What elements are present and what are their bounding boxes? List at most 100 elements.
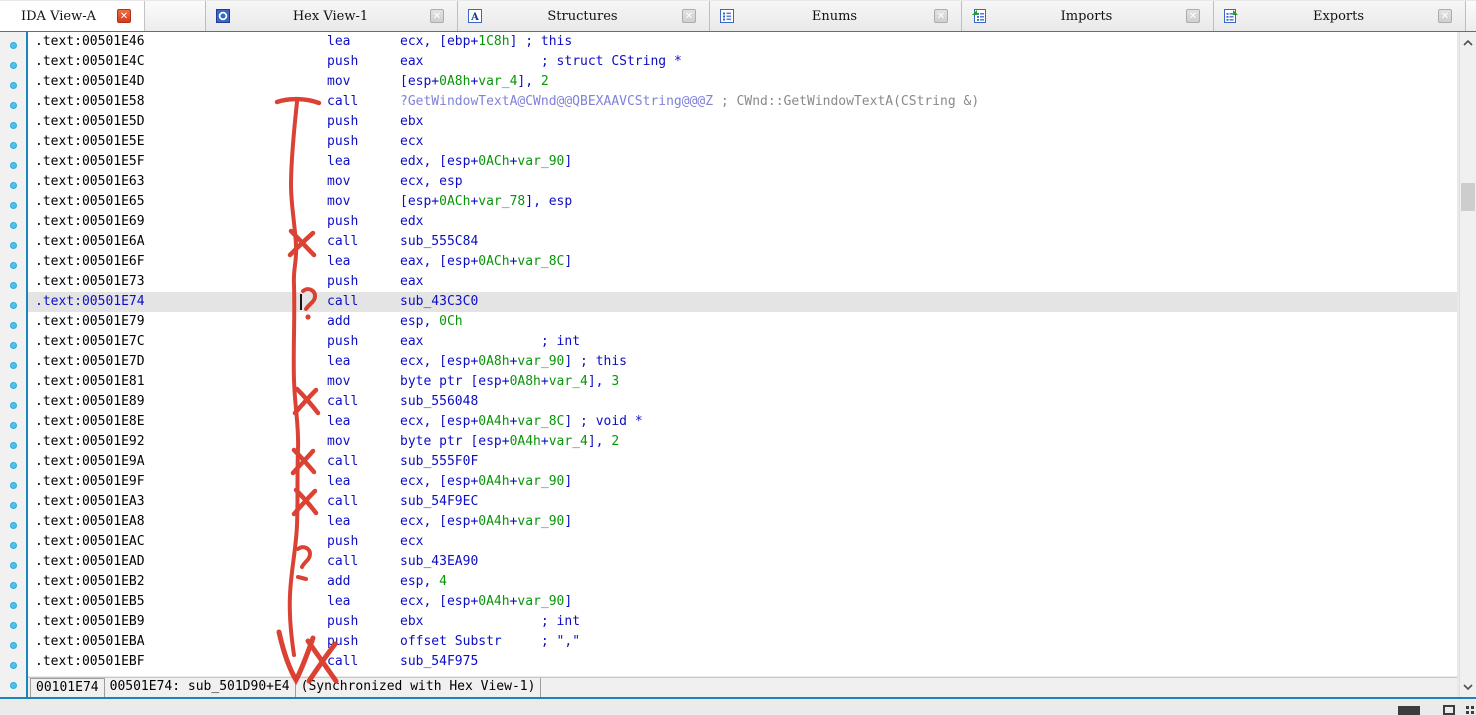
- close-icon[interactable]: ✕: [1438, 9, 1452, 23]
- asm-line[interactable]: .text:00501E89callsub_556048: [28, 392, 1457, 412]
- enums-icon: [719, 8, 735, 24]
- asm-line[interactable]: .text:00501E74callsub_43C3C0: [28, 292, 1457, 312]
- asm-line[interactable]: .text:00501EBApushoffset Substr ; ",": [28, 632, 1457, 652]
- close-icon[interactable]: ✕: [430, 9, 444, 23]
- line-marker-dot: [10, 382, 17, 389]
- line-marker-dot: [10, 122, 17, 129]
- asm-line[interactable]: .text:00501E4Cpusheax ; struct CString *: [28, 52, 1457, 72]
- asm-line[interactable]: .text:00501E7Cpusheax ; int: [28, 332, 1457, 352]
- line-marker-dot: [10, 202, 17, 209]
- line-marker-dot: [10, 222, 17, 229]
- hex-view-icon: [215, 8, 231, 24]
- exports-icon: [1223, 8, 1239, 24]
- tab-hex-view-1[interactable]: Hex View-1 ✕: [205, 1, 457, 31]
- asm-line[interactable]: .text:00501EA3callsub_54F9EC: [28, 492, 1457, 512]
- close-icon[interactable]: ✕: [117, 9, 131, 23]
- line-marker-dot: [10, 42, 17, 49]
- tab-structures[interactable]: A Structures ✕: [457, 1, 709, 31]
- status-sync-message: (Synchronized with Hex View-1): [295, 678, 542, 698]
- status-file-offset: 00101E74: [30, 678, 105, 698]
- tab-imports[interactable]: Imports ✕: [961, 1, 1213, 31]
- structures-icon: A: [467, 8, 483, 24]
- line-marker-dot: [10, 62, 17, 69]
- asm-line[interactable]: .text:00501E4Dmov[esp+0A8h+var_4], 2: [28, 72, 1457, 92]
- asm-line[interactable]: .text:00501E92movbyte ptr [esp+0A4h+var_…: [28, 432, 1457, 452]
- line-marker-dot: [10, 642, 17, 649]
- asm-line[interactable]: .text:00501E58call?GetWindowTextA@CWnd@@…: [28, 92, 1457, 112]
- line-marker-dot: [10, 282, 17, 289]
- asm-line[interactable]: .text:00501E73pusheax: [28, 272, 1457, 292]
- asm-line[interactable]: .text:00501E63movecx, esp: [28, 172, 1457, 192]
- line-marker-dot: [10, 622, 17, 629]
- line-marker-dot: [10, 242, 17, 249]
- asm-line[interactable]: .text:00501E5Epushecx: [28, 132, 1457, 152]
- desktop-strip: [0, 699, 1476, 715]
- tab-enums[interactable]: Enums ✕: [709, 1, 961, 31]
- tab-label: Exports: [1239, 9, 1438, 24]
- window-border-bottom: [0, 697, 1476, 699]
- status-bar: 00101E74 00501E74: sub_501D90+E4 (Synchr…: [28, 677, 1457, 698]
- asm-line[interactable]: .text:00501E8Eleaecx, [esp+0A4h+var_8C] …: [28, 412, 1457, 432]
- tab-label: IDA View-A: [0, 9, 117, 24]
- asm-line[interactable]: .text:00501EACpushecx: [28, 532, 1457, 552]
- taskbar-icon[interactable]: [1466, 706, 1469, 709]
- line-marker-dot: [10, 402, 17, 409]
- line-marker-dot: [10, 682, 17, 689]
- line-marker-dot: [10, 82, 17, 89]
- line-marker-dot: [10, 302, 17, 309]
- asm-line[interactable]: .text:00501EA8leaecx, [esp+0A4h+var_90]: [28, 512, 1457, 532]
- tab-bar: IDA View-A ✕ Hex View-1 ✕ A Structures ✕…: [0, 0, 1476, 31]
- line-marker-dot: [10, 502, 17, 509]
- close-icon[interactable]: ✕: [682, 9, 696, 23]
- asm-line[interactable]: .text:00501EADcallsub_43EA90: [28, 552, 1457, 572]
- line-marker-dot: [10, 562, 17, 569]
- vertical-scrollbar[interactable]: [1459, 32, 1476, 697]
- asm-line[interactable]: .text:00501E69pushedx: [28, 212, 1457, 232]
- line-marker-dot: [10, 482, 17, 489]
- asm-line[interactable]: .text:00501E9Acallsub_555F0F: [28, 452, 1457, 472]
- asm-line[interactable]: .text:00501E7Dleaecx, [esp+0A8h+var_90] …: [28, 352, 1457, 372]
- asm-line[interactable]: .text:00501E6Acallsub_555C84: [28, 232, 1457, 252]
- asm-line[interactable]: .text:00501E46leaecx, [ebp+1C8h] ; this: [28, 32, 1457, 52]
- asm-line[interactable]: .text:00501E5Fleaedx, [esp+0ACh+var_90]: [28, 152, 1457, 172]
- line-marker-dot: [10, 542, 17, 549]
- asm-line[interactable]: .text:00501EBFcallsub_54F975: [28, 652, 1457, 672]
- line-marker-dot: [10, 262, 17, 269]
- asm-line[interactable]: .text:00501E9Fleaecx, [esp+0A4h+var_90]: [28, 472, 1457, 492]
- scroll-up-icon[interactable]: [1460, 34, 1476, 51]
- line-marker-dot: [10, 662, 17, 669]
- line-marker-dot: [10, 322, 17, 329]
- close-icon[interactable]: ✕: [934, 9, 948, 23]
- close-icon[interactable]: ✕: [1186, 9, 1200, 23]
- taskbar-icon[interactable]: [1398, 706, 1420, 715]
- svg-text:A: A: [470, 12, 479, 23]
- asm-line[interactable]: .text:00501E6Fleaeax, [esp+0ACh+var_8C]: [28, 252, 1457, 272]
- tab-label: Imports: [987, 9, 1186, 24]
- asm-line[interactable]: .text:00501E81movbyte ptr [esp+0A8h+var_…: [28, 372, 1457, 392]
- line-marker-dot: [10, 342, 17, 349]
- taskbar-icon[interactable]: [1443, 705, 1455, 715]
- line-marker-dot: [10, 462, 17, 469]
- line-marker-dot: [10, 162, 17, 169]
- asm-line[interactable]: .text:00501E5Dpushebx: [28, 112, 1457, 132]
- scroll-down-icon[interactable]: [1460, 678, 1476, 695]
- asm-line[interactable]: .text:00501E65mov[esp+0ACh+var_78], esp: [28, 192, 1457, 212]
- disassembly-listing[interactable]: .text:00501E46leaecx, [ebp+1C8h] ; this.…: [28, 32, 1457, 676]
- window-border-left: [26, 32, 28, 697]
- asm-line[interactable]: .text:00501EB2addesp, 4: [28, 572, 1457, 592]
- line-marker-dot: [10, 522, 17, 529]
- asm-line[interactable]: .text:00501EB5leaecx, [esp+0A4h+var_90]: [28, 592, 1457, 612]
- line-marker-dot: [10, 182, 17, 189]
- tab-exports[interactable]: Exports ✕: [1213, 1, 1465, 31]
- asm-line[interactable]: .text:00501EB9pushebx ; int: [28, 612, 1457, 632]
- scrollbar-thumb[interactable]: [1461, 183, 1475, 211]
- asm-line[interactable]: .text:00501E79addesp, 0Ch: [28, 312, 1457, 332]
- line-marker-dot: [10, 442, 17, 449]
- line-marker-dot: [10, 582, 17, 589]
- line-marker-dot: [10, 422, 17, 429]
- text-cursor: [300, 294, 302, 310]
- line-marker-dot: [10, 602, 17, 609]
- tabbar-endcap: [1465, 1, 1476, 31]
- tab-label: Enums: [735, 9, 934, 24]
- tab-ida-view-a[interactable]: IDA View-A ✕: [0, 1, 145, 31]
